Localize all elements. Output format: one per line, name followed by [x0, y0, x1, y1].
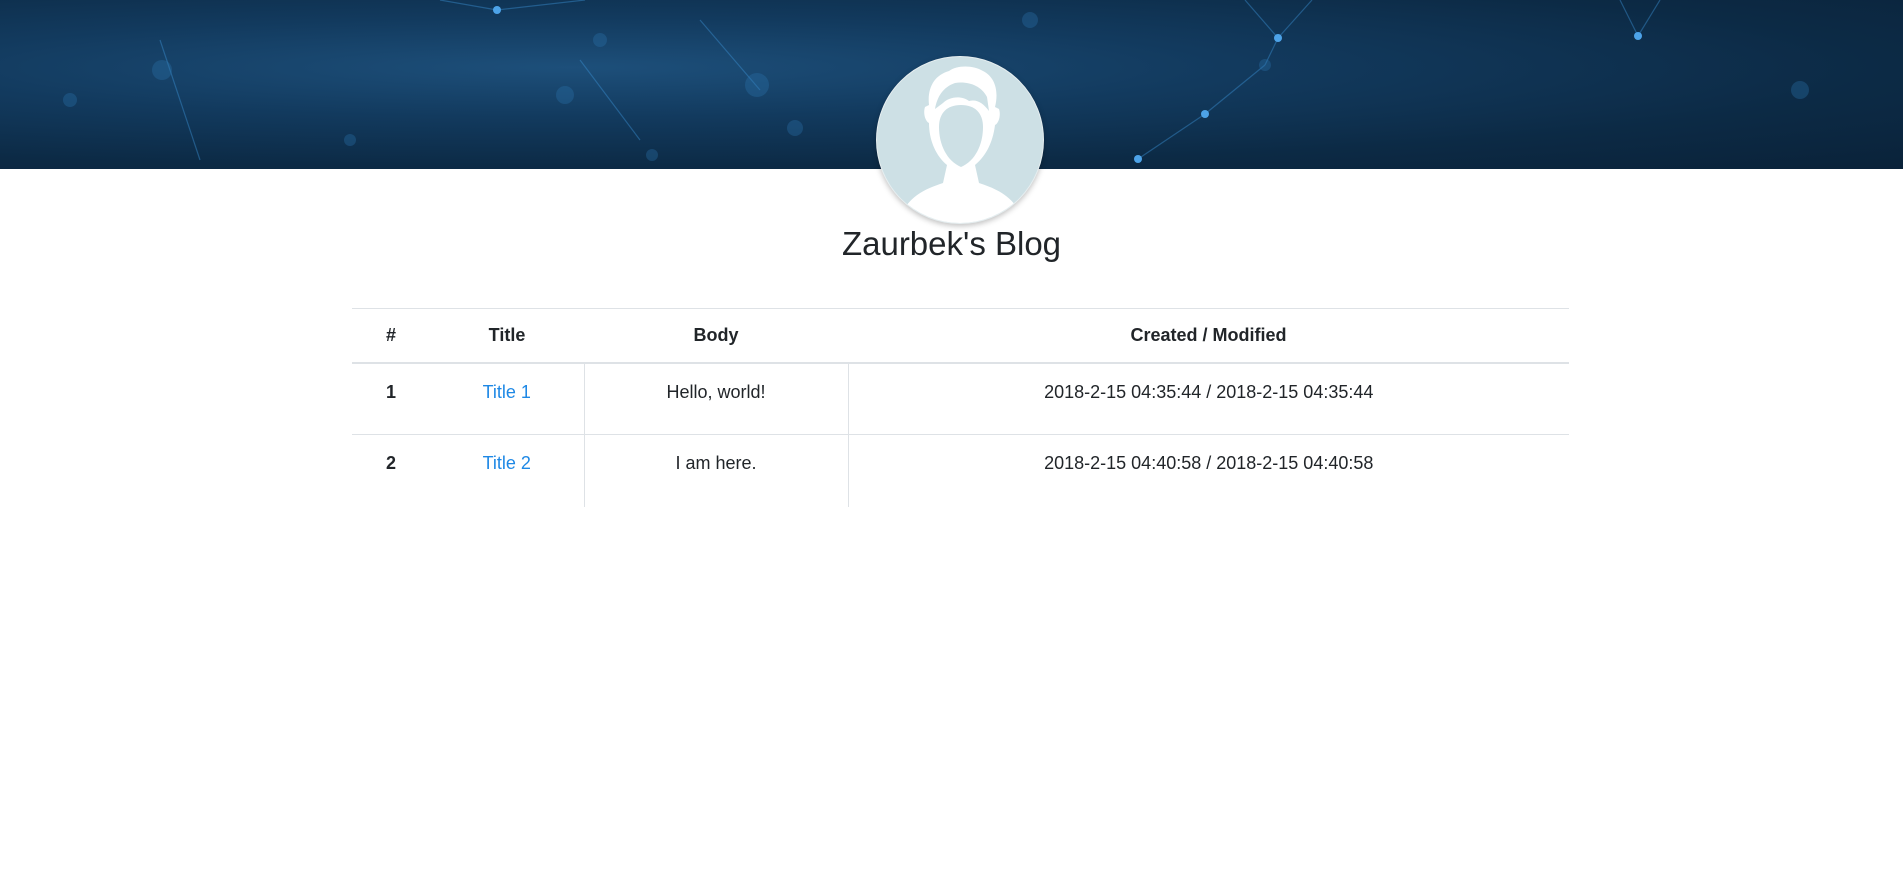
column-header-body: Body: [584, 308, 848, 364]
post-title-link[interactable]: Title 1: [483, 382, 531, 402]
column-header-number: #: [352, 308, 430, 364]
row-body: I am here.: [583, 434, 849, 507]
post-title-link[interactable]: Title 2: [483, 453, 531, 473]
row-number: 2: [352, 434, 430, 507]
table-row: 2 Title 2 I am here. 2018-2-15 04:40:58 …: [352, 434, 1569, 507]
row-title-cell: Title 2: [430, 434, 584, 507]
posts-table: # Title Body Created / Modified 1 Title …: [352, 308, 1569, 507]
row-dates: 2018-2-15 04:40:58 / 2018-2-15 04:40:58: [848, 434, 1569, 507]
row-body: Hello, world!: [583, 362, 849, 435]
row-number: 1: [385, 381, 396, 402]
table-header-row: # Title Body Created / Modified: [352, 308, 1569, 364]
person-silhouette-icon: [897, 66, 1025, 223]
column-header-title: Title: [430, 308, 584, 364]
row-title-cell: Title 1: [430, 363, 584, 435]
blog-title: Zaurbek's Blog: [841, 225, 1062, 262]
table-row: 1 Title 1 Hello, world! 2018-2-15 04:35:…: [352, 362, 1569, 435]
column-header-created-modified: Created / Modified: [848, 308, 1569, 364]
profile-avatar: [876, 56, 1044, 224]
row-dates: 2018-2-15 04:35:44 / 2018-2-15 04:35:44: [1044, 381, 1374, 402]
